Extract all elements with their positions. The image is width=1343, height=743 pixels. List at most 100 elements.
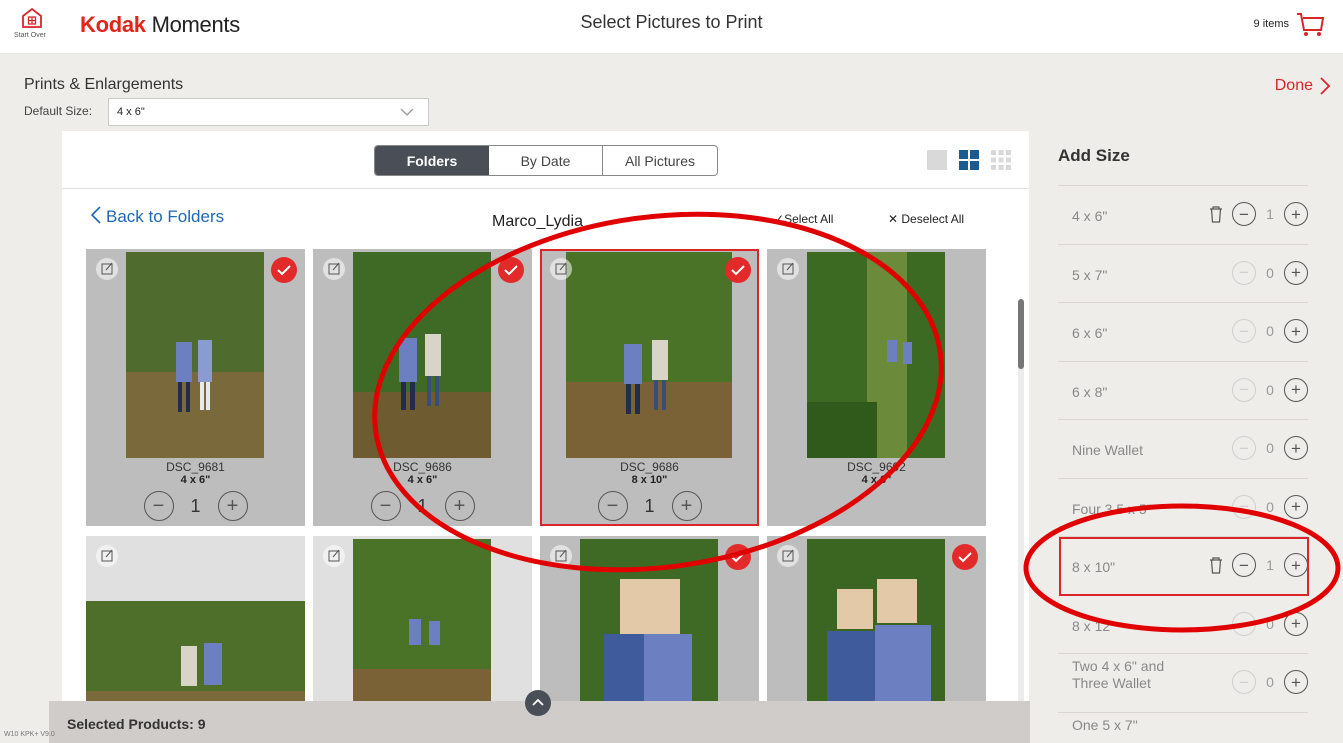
size-quantity: 0 <box>1266 323 1274 339</box>
selected-check-button[interactable] <box>725 257 751 283</box>
selected-check-button[interactable] <box>952 544 978 570</box>
decrement-button[interactable]: − <box>1232 611 1256 636</box>
brand-kodak: Kodak <box>80 12 146 37</box>
photo-thumbnail[interactable] <box>126 252 264 458</box>
select-all-label: Select All <box>784 212 834 226</box>
size-quantity-stepper: − 0 + <box>1232 670 1308 694</box>
deselect-all-button[interactable]: ✕ Deselect All <box>888 212 964 226</box>
default-size-dropdown[interactable]: 4 x 6" <box>108 98 429 126</box>
photo-thumbnail[interactable] <box>807 252 945 458</box>
chevron-right-icon <box>1320 77 1331 95</box>
selected-check-button[interactable] <box>725 544 751 570</box>
decrement-button[interactable]: − <box>1232 553 1256 577</box>
done-button[interactable]: Done <box>1275 76 1331 96</box>
app-header: Start Over Kodak Moments Select Pictures… <box>0 0 1343 54</box>
cart-icon <box>1297 13 1325 36</box>
size-quantity: 1 <box>1266 206 1274 222</box>
decrement-button[interactable]: − <box>1232 202 1256 226</box>
section-title: Prints & Enlargements <box>24 76 184 93</box>
checkmark-icon <box>958 552 972 563</box>
size-row: 8 x 10" − 1 + <box>1058 536 1308 595</box>
photo-scrollbar[interactable] <box>1018 299 1024 739</box>
medium-grid-icon[interactable] <box>959 150 979 170</box>
edit-photo-button[interactable] <box>550 258 572 280</box>
photo-tile[interactable]: DSC_9686 4 x 6" − 1 + <box>313 249 532 526</box>
increment-button[interactable]: + <box>1284 611 1308 636</box>
selected-check-button[interactable] <box>271 257 297 283</box>
decrement-button[interactable]: − <box>1232 436 1256 460</box>
increment-button[interactable]: + <box>1284 553 1308 577</box>
decrement-button[interactable]: − <box>143 491 174 521</box>
photo-print-size: 4 x 6" <box>861 474 892 486</box>
size-name: 5 x 7" <box>1072 266 1108 283</box>
increment-button[interactable]: + <box>1284 494 1308 519</box>
photo-filename: DSC_9692 <box>847 460 906 474</box>
increment-button[interactable]: + <box>444 491 475 521</box>
tab-folders[interactable]: Folders <box>375 146 489 175</box>
edit-icon <box>328 262 340 275</box>
photo-tile[interactable]: DSC_9686 8 x 10" − 1 + <box>540 249 759 526</box>
decrement-button[interactable]: − <box>1232 494 1256 519</box>
increment-button[interactable]: + <box>1284 377 1308 402</box>
cart-button[interactable]: 9 items <box>1254 10 1325 38</box>
tab-by-date[interactable]: By Date <box>489 146 603 175</box>
photo-thumbnail[interactable] <box>566 252 732 458</box>
size-quantity: 0 <box>1266 381 1274 398</box>
edit-photo-button[interactable] <box>323 258 345 280</box>
large-view-icon[interactable] <box>927 150 947 170</box>
expand-tray-button[interactable] <box>525 690 551 716</box>
scrollbar-thumb[interactable] <box>1018 299 1024 369</box>
version-label: W10 KPK+ V9.0 <box>4 731 55 738</box>
photo-thumbnail[interactable] <box>353 252 491 458</box>
small-grid-icon[interactable] <box>991 150 1011 170</box>
edit-photo-button[interactable] <box>96 545 118 567</box>
size-name: Nine Wallet <box>1072 442 1144 458</box>
size-row: 4 x 6" − 1 + <box>1058 185 1308 244</box>
increment-button[interactable]: + <box>217 491 248 521</box>
photo-quantity: 1 <box>644 495 655 516</box>
selected-check-button[interactable] <box>498 257 524 283</box>
decrement-button[interactable]: − <box>597 491 628 521</box>
increment-button[interactable]: + <box>1284 436 1308 460</box>
size-quantity: 0 <box>1266 498 1274 515</box>
home-icon <box>22 7 42 28</box>
photo-tile[interactable]: DSC_9692 4 x 6" <box>767 249 986 526</box>
size-row: 5 x 7" − 0 + <box>1058 243 1308 303</box>
back-to-folders-link[interactable]: Back to Folders <box>90 206 224 227</box>
edit-icon <box>101 262 113 275</box>
brand-logo: Kodak Moments <box>80 12 240 38</box>
increment-button[interactable]: + <box>1284 670 1308 694</box>
decrement-button[interactable]: − <box>1232 377 1256 402</box>
photo-quantity-stepper: − 1 + <box>313 491 532 521</box>
edit-photo-button[interactable] <box>323 545 345 567</box>
select-all-button[interactable]: ✓Select All <box>774 212 833 226</box>
tab-all-pictures[interactable]: All Pictures <box>603 146 717 175</box>
decrement-button[interactable]: − <box>1232 319 1256 343</box>
view-tabs: Folders By Date All Pictures <box>374 145 718 176</box>
view-mode-group <box>927 150 1011 170</box>
increment-button[interactable]: + <box>1284 260 1308 285</box>
size-quantity-stepper: − 0 + <box>1232 494 1308 519</box>
photo-quantity-stepper: − 1 + <box>540 491 759 521</box>
increment-button[interactable]: + <box>671 491 702 521</box>
decrement-button[interactable]: − <box>1232 260 1256 285</box>
edit-photo-button[interactable] <box>550 545 572 567</box>
photo-tile[interactable]: DSC_9681 4 x 6" − 1 + <box>86 249 305 526</box>
cart-count: 9 items <box>1253 18 1289 30</box>
selected-products-count: Selected Products: 9 <box>67 716 206 732</box>
size-quantity-stepper: − 0 + <box>1232 260 1308 285</box>
size-quantity-stepper: − 0 + <box>1232 611 1308 636</box>
decrement-button[interactable]: − <box>1232 670 1256 694</box>
edit-photo-button[interactable] <box>96 258 118 280</box>
start-over-button[interactable]: Start Over <box>14 6 46 50</box>
trash-icon[interactable] <box>1208 204 1224 224</box>
decrement-button[interactable]: − <box>370 491 401 521</box>
checkmark-icon <box>504 265 518 276</box>
increment-button[interactable]: + <box>1284 319 1308 343</box>
trash-icon[interactable] <box>1208 555 1224 575</box>
photo-grid: DSC_9681 4 x 6" − 1 + DSC_9686 4 x 6" − … <box>86 249 986 743</box>
increment-button[interactable]: + <box>1284 202 1308 226</box>
size-name: Four 3.5 x 5" <box>1072 500 1152 517</box>
edit-photo-button[interactable] <box>777 545 799 567</box>
edit-photo-button[interactable] <box>777 258 799 280</box>
